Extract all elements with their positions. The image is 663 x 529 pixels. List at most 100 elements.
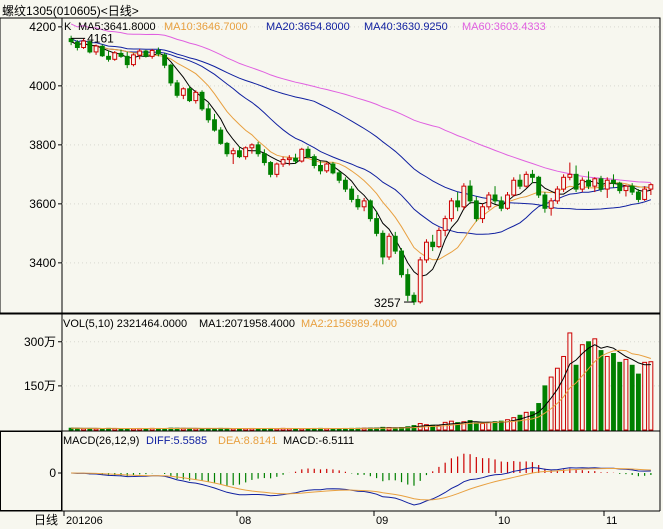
candle-body (261, 153, 267, 164)
volume-bar (611, 353, 616, 431)
price-tick-label: 3600 (29, 197, 56, 211)
date-tick-label: 10 (498, 515, 510, 527)
candle-body (230, 150, 236, 155)
candle-body (99, 45, 105, 57)
candle-body (155, 49, 161, 55)
volume-bar (473, 422, 479, 431)
volume-bar (629, 364, 635, 431)
volume-legend-ma1: MA1:2071958.4000 (199, 318, 295, 330)
chart-window: 螺纹1305(010605)<日线> 3400 3600 3800 4000 4200 4… (0, 0, 663, 529)
candle-body (106, 55, 111, 60)
volume-bar (573, 364, 579, 431)
candle-body (349, 188, 355, 200)
volume-bar (586, 341, 591, 431)
ma-legend-ma20: MA20:3654.8000 (266, 21, 350, 33)
candle-body (648, 184, 654, 190)
candle-body (131, 54, 136, 66)
candle-body (635, 191, 641, 200)
volume-bar (592, 338, 598, 431)
candle-body (187, 88, 192, 102)
volume-tick-label: 150万 (24, 379, 56, 393)
candle-body (417, 259, 423, 303)
ma10-line (70, 41, 651, 261)
candle-body (623, 185, 629, 192)
candle-body (249, 144, 255, 149)
candle-body (212, 119, 217, 131)
candle-body (629, 185, 635, 193)
candle-body (68, 38, 74, 43)
candle-body (355, 198, 361, 208)
candle-body (442, 218, 448, 231)
candle-body (237, 150, 242, 158)
candle-body (399, 250, 404, 276)
volume-legend-ma2: MA2:2156989.4000 (301, 318, 397, 330)
diff-line (71, 467, 651, 506)
candle-body (467, 185, 473, 202)
macd-legend-dea: DEA:8.8141 (218, 435, 277, 447)
candle-body (280, 159, 286, 165)
volume-bar (604, 355, 610, 431)
candle-body (604, 179, 610, 190)
volume-bar (523, 411, 529, 431)
candle-body (480, 206, 485, 220)
candle-body (330, 163, 336, 174)
volume-bar (548, 376, 554, 431)
candle-body (461, 185, 467, 208)
candle-body (93, 45, 99, 53)
candle-body (592, 178, 598, 187)
price-panel-prefix: K (64, 21, 72, 33)
candle-body (336, 172, 342, 181)
candle-body (112, 52, 118, 60)
candle-body (579, 179, 585, 190)
date-tick-label: 201206 (66, 515, 103, 527)
ma20-line (70, 41, 651, 235)
date-tick-label: 08 (239, 515, 251, 527)
candle-body (367, 200, 373, 220)
candle-body (523, 173, 529, 187)
candle-body (149, 49, 155, 57)
candle-body (299, 148, 305, 162)
high-annotation: 4161 (87, 31, 114, 45)
macd-legend-title: MACD(26,12,9) (63, 435, 139, 447)
period-label: 日线 (34, 513, 58, 527)
volume-tick-label: 300万 (24, 335, 56, 349)
candle-body (193, 91, 199, 102)
candle-body (311, 156, 317, 166)
candle-body (455, 200, 461, 208)
macd-zero-label: 0 (49, 466, 56, 480)
candle-body (286, 157, 292, 161)
candle-body (517, 179, 523, 187)
candle-body (386, 235, 392, 258)
candle-body (642, 188, 648, 200)
candle-body (318, 165, 323, 172)
candle-body (162, 54, 168, 66)
candle-body (611, 179, 616, 184)
candle-body (137, 50, 143, 56)
ma-legend-ma60: MA60:3603.4333 (462, 21, 546, 33)
macd-legend-diff: DIFF:5.5585 (146, 435, 207, 447)
candle-body (473, 200, 479, 220)
candle-body (293, 157, 298, 162)
volume-bar (486, 421, 492, 431)
candle-body (567, 173, 573, 178)
ma5-line (70, 41, 651, 278)
date-tick-label: 11 (606, 515, 617, 527)
volume-bar (579, 344, 585, 431)
volume-bar (598, 350, 604, 431)
ma-legend-ma5: MA5:3641.8000 (78, 21, 156, 33)
candle-body (380, 232, 386, 258)
candle-body (81, 40, 87, 48)
volume-bar (480, 423, 485, 431)
candle-body (436, 229, 442, 248)
price-tick-label: 3400 (29, 256, 56, 270)
date-tick-label: 09 (376, 515, 388, 527)
candle-body (448, 200, 454, 220)
candle-body (168, 64, 174, 84)
chart-canvas[interactable]: 3400 3600 3800 4000 4200 4161 3257 K MA5:3641.80… (0, 0, 663, 529)
candle-body (74, 41, 80, 48)
candle-body (255, 144, 261, 155)
candle-body (305, 148, 311, 158)
volume-legend-title: VOL(5,10) 2321464.0000 (63, 318, 187, 330)
price-tick-label: 4200 (29, 20, 56, 34)
volume-bar (623, 358, 629, 431)
